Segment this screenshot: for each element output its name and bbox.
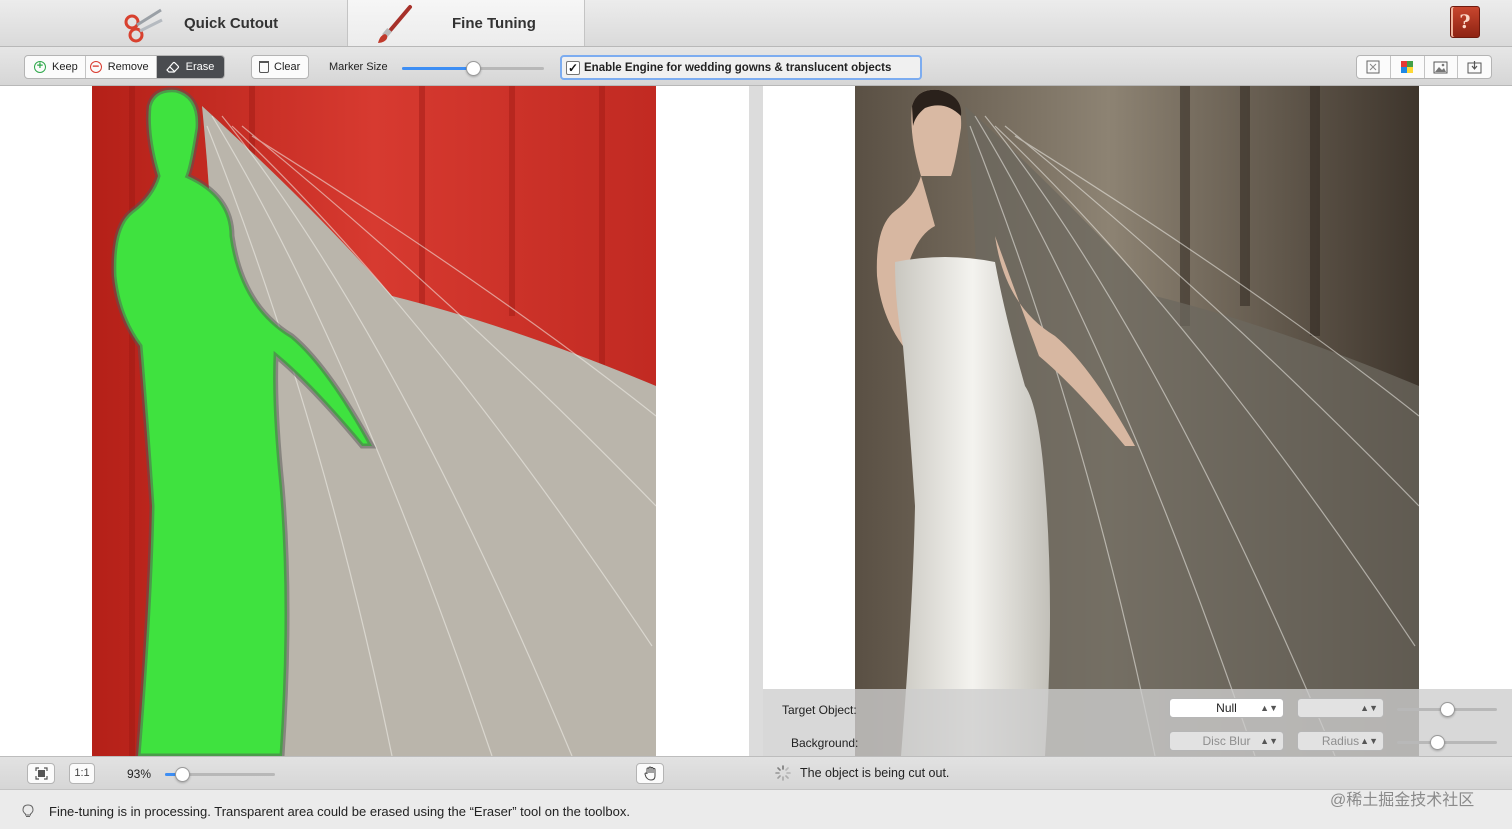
- remove-label: Remove: [107, 61, 149, 73]
- view-mode-buttons: [1356, 55, 1492, 79]
- target-object-slider[interactable]: [1397, 702, 1497, 717]
- help-book-icon[interactable]: ?: [1450, 6, 1480, 38]
- color-palette-icon: [1401, 61, 1414, 73]
- target-object-dropdown[interactable]: Null ▲▼: [1169, 698, 1284, 718]
- target-secondary-dropdown[interactable]: ▲▼: [1297, 698, 1384, 718]
- result-canvas: Target Object: Null ▲▼ ▲▼ Background: Di…: [763, 86, 1512, 756]
- radius-value: Radius: [1321, 734, 1360, 748]
- radius-dropdown[interactable]: Radius ▲▼: [1297, 731, 1384, 751]
- tab-quick-cutout[interactable]: Quick Cutout: [0, 0, 347, 46]
- fit-frame-icon: [1366, 60, 1380, 74]
- zoom-slider-knob[interactable]: [175, 767, 190, 782]
- loading-spinner-icon: [775, 765, 791, 781]
- keep-button[interactable]: + Keep: [25, 56, 86, 78]
- tab-bar: Quick Cutout Fine Tuning ?: [0, 0, 1512, 47]
- chevron-updown-icon: ▲▼: [1260, 736, 1278, 746]
- chevron-updown-icon: ▲▼: [1260, 703, 1278, 713]
- watermark-credit: @稀土掘金技术社区: [1330, 792, 1475, 809]
- brush-icon: [378, 5, 412, 43]
- chevron-updown-icon: ▲▼: [1360, 703, 1378, 713]
- background-blur-slider-knob[interactable]: [1430, 735, 1445, 750]
- hand-pan-icon: [643, 766, 655, 781]
- remove-button[interactable]: − Remove: [86, 56, 157, 78]
- keep-plus-icon: +: [34, 61, 46, 73]
- engine-label: Enable Engine for wedding gowns & transl…: [584, 61, 892, 74]
- tab-quick-cutout-label: Quick Cutout: [184, 14, 279, 32]
- target-object-slider-knob[interactable]: [1440, 702, 1455, 717]
- erase-button[interactable]: Erase: [156, 56, 225, 78]
- background-dropdown[interactable]: Disc Blur ▲▼: [1169, 731, 1284, 751]
- wedding-gown-engine-toggle[interactable]: ✓ Enable Engine for wedding gowns & tran…: [560, 55, 922, 80]
- marker-canvas[interactable]: [0, 86, 749, 756]
- target-object-value: Null: [1216, 701, 1237, 715]
- erase-label: Erase: [185, 61, 215, 73]
- chevron-updown-icon: ▲▼: [1360, 736, 1378, 746]
- actual-size-button[interactable]: 1:1: [69, 763, 95, 784]
- image-button[interactable]: [1425, 56, 1459, 78]
- background-blur-slider[interactable]: [1397, 735, 1497, 750]
- background-value: Disc Blur: [1202, 734, 1251, 748]
- trash-icon: [259, 61, 269, 73]
- clear-label: Clear: [274, 61, 301, 73]
- marker-mode-selector: + Keep − Remove Erase: [24, 55, 226, 79]
- clear-button[interactable]: Clear: [251, 55, 309, 79]
- color-palette-button[interactable]: [1391, 56, 1425, 78]
- marked-photo: [92, 86, 656, 756]
- tip-text: Fine-tuning is in processing. Transparen…: [49, 804, 631, 819]
- result-photo: [855, 86, 1419, 756]
- fit-screen-icon: [34, 767, 48, 780]
- tab-fine-tuning-label: Fine Tuning: [452, 14, 536, 32]
- marker-size-slider-knob[interactable]: [466, 61, 481, 76]
- engine-checkbox[interactable]: ✓: [566, 60, 580, 75]
- image-icon: [1433, 61, 1448, 73]
- zoom-slider[interactable]: [165, 767, 275, 782]
- scissors-icon: [124, 8, 163, 43]
- zoom-status-bar: 1:1 93% The object is being cut out.: [0, 756, 1512, 790]
- eraser-icon: [165, 61, 179, 73]
- zoom-value: 93%: [127, 767, 152, 781]
- marker-size-slider[interactable]: [402, 61, 544, 76]
- status-text: The object is being cut out.: [800, 766, 950, 780]
- export-button[interactable]: [1458, 56, 1491, 78]
- keep-label: Keep: [52, 61, 78, 73]
- output-properties-panel: Target Object: Null ▲▼ ▲▼ Background: Di…: [763, 689, 1512, 756]
- marker-size-slider-fill: [402, 67, 473, 70]
- export-icon: [1467, 61, 1482, 74]
- marker-size-label: Marker Size: [329, 61, 388, 73]
- hand-pan-button[interactable]: [636, 763, 664, 784]
- fit-frame-button[interactable]: [1357, 56, 1391, 78]
- target-object-label: Target Object:: [782, 703, 857, 717]
- tab-fine-tuning[interactable]: Fine Tuning: [347, 0, 585, 46]
- fit-screen-button[interactable]: [27, 763, 55, 784]
- background-label: Background:: [791, 736, 859, 750]
- pane-divider[interactable]: [749, 86, 763, 756]
- remove-minus-icon: −: [89, 60, 102, 73]
- lightbulb-icon: [22, 804, 34, 817]
